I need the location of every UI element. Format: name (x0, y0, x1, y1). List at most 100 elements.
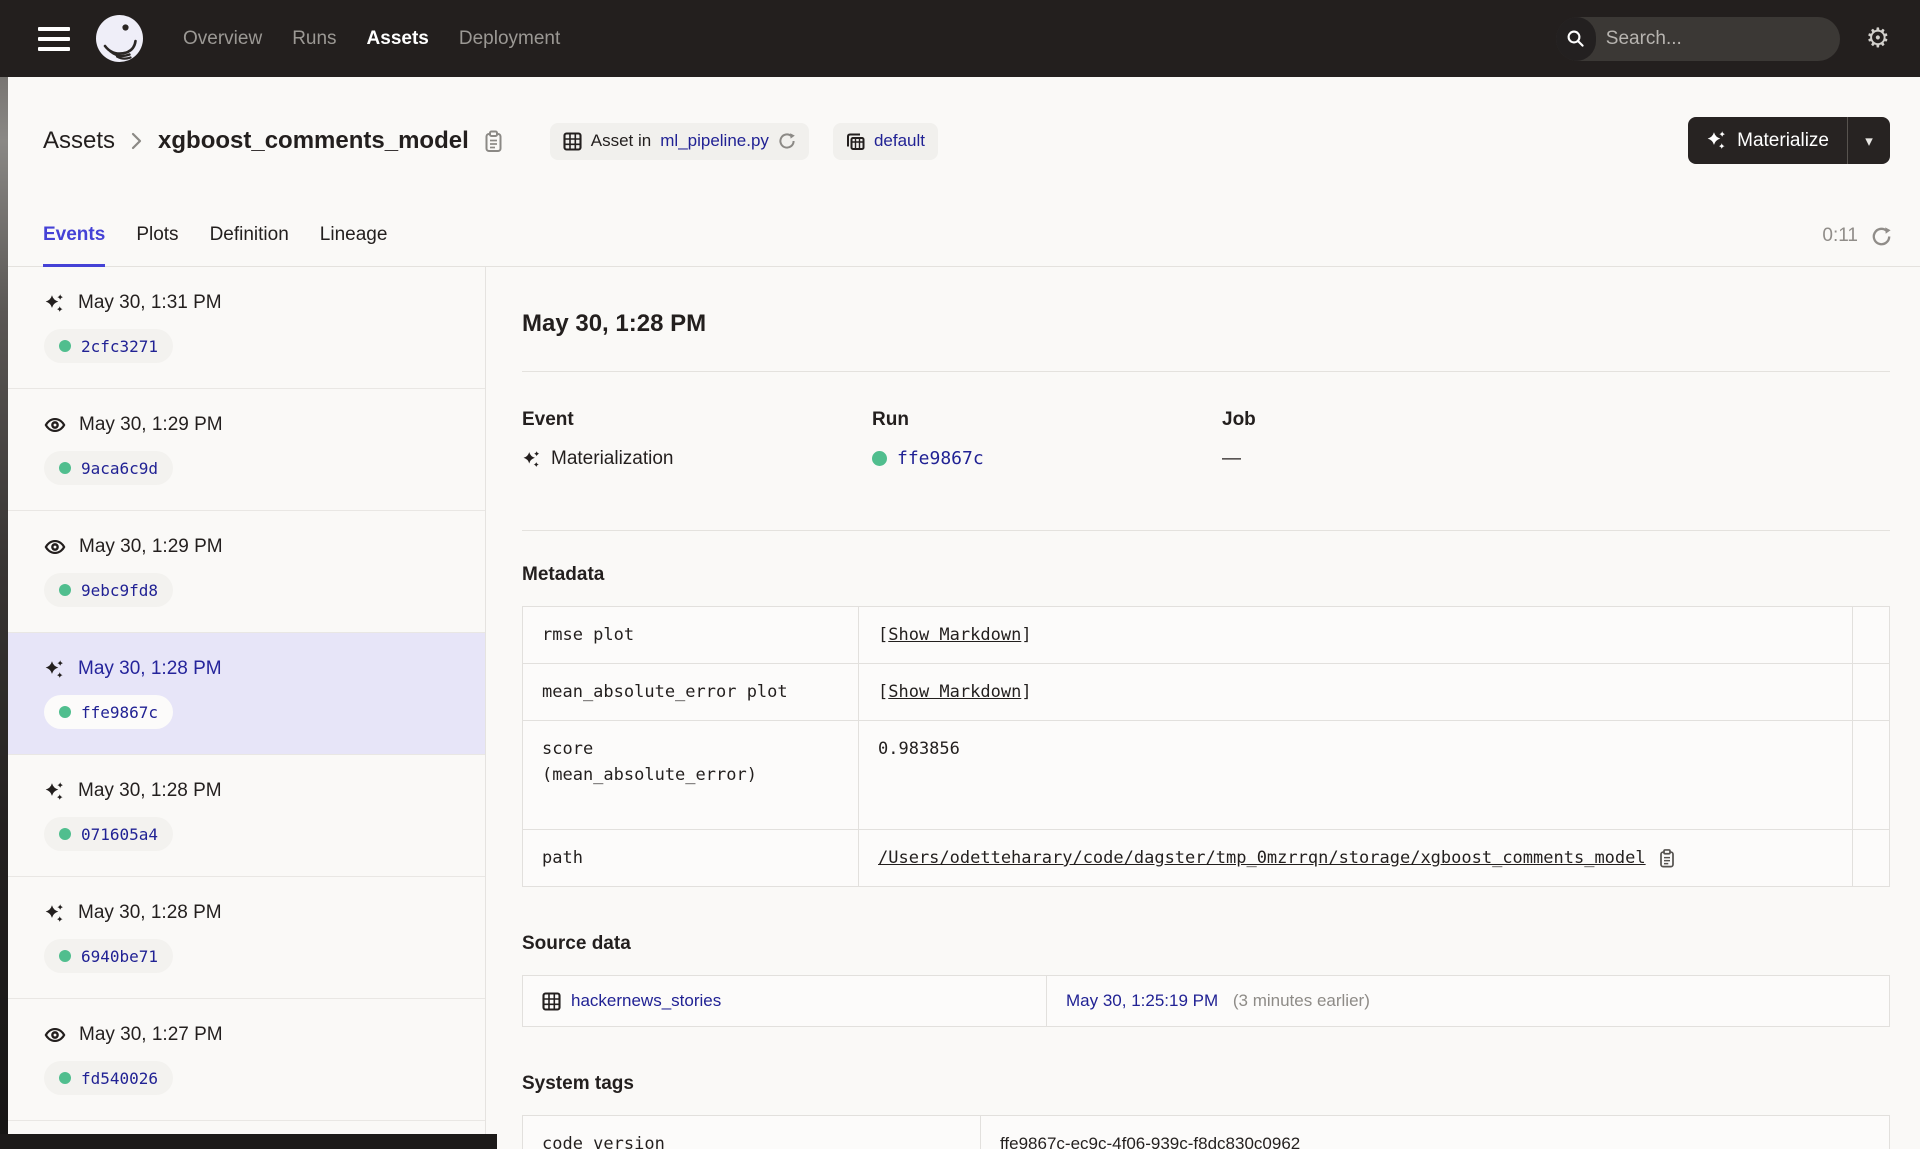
event-list-item[interactable]: May 30, 1:28 PM 6940be71 (8, 877, 485, 999)
system-tags-heading: System tags (522, 1073, 634, 1094)
table-row: score (mean_absolute_error) 0.983856 (522, 720, 1890, 830)
gutter-cell (1852, 663, 1890, 721)
event-list-item[interactable]: May 30, 1:31 PM 2cfc3271 (8, 267, 485, 389)
background-window-bottom (0, 1134, 497, 1149)
tab-lineage[interactable]: Lineage (320, 205, 388, 267)
layered-grid-icon (846, 132, 865, 151)
materialize-options-button[interactable]: ▾ (1848, 117, 1890, 164)
event-list: May 30, 1:31 PM 2cfc3271 May 30, 1:29 PM… (8, 267, 486, 1149)
nav-item-runs[interactable]: Runs (292, 28, 336, 50)
run-status-dot (59, 1072, 71, 1084)
event-type-value: Materialization (551, 448, 674, 469)
source-data-heading: Source data (522, 933, 631, 954)
search-input[interactable] (1595, 27, 1840, 50)
event-list-item-selected[interactable]: May 30, 1:28 PM ffe9867c (8, 633, 485, 755)
code-location-label: default (873, 131, 925, 150)
metadata-key: path (522, 829, 859, 887)
eye-icon (44, 536, 66, 558)
run-chip[interactable]: 6940be71 (44, 939, 174, 973)
run-chip[interactable]: 2cfc3271 (44, 329, 174, 363)
sparkle-icon (44, 293, 65, 314)
source-asset-cell: hackernews_stories (522, 975, 1047, 1027)
gutter-cell (1852, 829, 1890, 887)
run-id-link[interactable]: ffe9867c (81, 703, 158, 722)
bracket: ] (1021, 625, 1032, 645)
asset-header: Assets xgboost_comments_model Asset in m… (0, 77, 1920, 205)
menu-icon[interactable] (38, 26, 70, 51)
primary-nav: Overview Runs Assets Deployment (183, 28, 560, 50)
page-title: xgboost_comments_model (158, 127, 469, 154)
metadata-key: score (mean_absolute_error) (522, 720, 859, 830)
table-row: mean_absolute_error plot [Show Markdown] (522, 663, 1890, 721)
run-status-dot (59, 584, 71, 596)
breadcrumb-assets-link[interactable]: Assets (43, 127, 115, 155)
metadata-value: [Show Markdown] (858, 606, 1853, 664)
nav-item-deployment[interactable]: Deployment (459, 28, 560, 50)
gear-icon[interactable]: ⚙ (1866, 25, 1890, 52)
run-id-link[interactable]: 2cfc3271 (81, 337, 158, 356)
metadata-key: mean_absolute_error plot (522, 663, 859, 721)
refresh-icon[interactable] (1871, 226, 1892, 247)
path-link[interactable]: /Users/odetteharary/code/dagster/tmp_0mz… (878, 845, 1646, 871)
run-chip[interactable]: 071605a4 (44, 817, 174, 851)
nav-item-assets[interactable]: Assets (367, 28, 429, 50)
event-timestamp: May 30, 1:31 PM (78, 292, 222, 313)
event-list-item[interactable]: May 30, 1:29 PM 9ebc9fd8 (8, 511, 485, 633)
nav-item-overview[interactable]: Overview (183, 28, 262, 50)
run-id-link[interactable]: 9ebc9fd8 (81, 581, 158, 600)
metadata-table: rmse plot [Show Markdown] mean_absolute_… (522, 606, 1890, 887)
asset-location-chip[interactable]: Asset in ml_pipeline.py (549, 122, 809, 160)
dagster-logo-icon[interactable] (96, 15, 143, 62)
run-status-dot (59, 828, 71, 840)
table-row: hackernews_stories May 30, 1:25:19 PM (3… (522, 975, 1890, 1027)
sparkle-icon (522, 450, 541, 469)
event-timestamp: May 30, 1:27 PM (79, 1024, 223, 1045)
source-timestamp-link[interactable]: May 30, 1:25:19 PM (1066, 991, 1218, 1010)
sparkle-icon (44, 781, 65, 802)
event-list-item[interactable]: May 30, 1:28 PM 071605a4 (8, 755, 485, 877)
gutter-cell (1852, 606, 1890, 664)
run-id-link[interactable]: fd540026 (81, 1069, 158, 1088)
show-markdown-link[interactable]: Show Markdown (888, 682, 1021, 702)
source-asset-link[interactable]: hackernews_stories (571, 988, 721, 1014)
clipboard-icon[interactable] (483, 130, 504, 153)
metadata-key-line: (mean_absolute_error) (542, 765, 757, 785)
asset-location-prefix: Asset in (590, 131, 652, 150)
event-timestamp: May 30, 1:28 PM (78, 902, 222, 923)
search-icon (1555, 16, 1596, 61)
run-status-dot (59, 706, 71, 718)
metadata-value: 0.983856 (858, 720, 1853, 830)
refresh-icon[interactable] (778, 132, 796, 150)
run-id-link[interactable]: 6940be71 (81, 947, 158, 966)
run-chip[interactable]: 9aca6c9d (44, 451, 174, 485)
run-id-link[interactable]: 071605a4 (81, 825, 158, 844)
clipboard-icon[interactable] (1658, 848, 1676, 869)
asset-location-file-link[interactable]: ml_pipeline.py (660, 131, 769, 151)
materialize-button[interactable]: Materialize (1688, 117, 1847, 164)
sparkle-icon (1706, 130, 1727, 151)
source-relative-note: (3 minutes earlier) (1232, 991, 1370, 1010)
tab-plots[interactable]: Plots (136, 205, 178, 267)
run-status-dot (59, 462, 71, 474)
chevron-right-icon (131, 132, 142, 150)
metadata-value: [Show Markdown] (858, 663, 1853, 721)
search-box[interactable]: / (1555, 16, 1840, 61)
table-row: path /Users/odetteharary/code/dagster/tm… (522, 829, 1890, 887)
metadata-key: rmse plot (522, 606, 859, 664)
event-list-item[interactable]: May 30, 1:29 PM 9aca6c9d (8, 389, 485, 511)
run-chip[interactable]: fd540026 (44, 1061, 174, 1095)
show-markdown-link[interactable]: Show Markdown (888, 625, 1021, 645)
sparkle-icon (44, 903, 65, 924)
metadata-key-line: score (542, 739, 594, 759)
tab-events[interactable]: Events (43, 205, 106, 267)
materialize-split-button: Materialize ▾ (1688, 117, 1890, 164)
run-chip[interactable]: 9ebc9fd8 (44, 573, 174, 607)
source-data-table: hackernews_stories May 30, 1:25:19 PM (3… (522, 975, 1890, 1027)
tab-definition[interactable]: Definition (210, 205, 289, 267)
code-location-chip[interactable]: default (832, 122, 938, 160)
event-list-item[interactable]: May 30, 1:27 PM fd540026 (8, 999, 485, 1121)
run-id-link[interactable]: ffe9867c (897, 448, 984, 469)
run-chip[interactable]: ffe9867c (44, 695, 174, 729)
bracket: [ (878, 625, 889, 645)
run-id-link[interactable]: 9aca6c9d (81, 459, 158, 478)
